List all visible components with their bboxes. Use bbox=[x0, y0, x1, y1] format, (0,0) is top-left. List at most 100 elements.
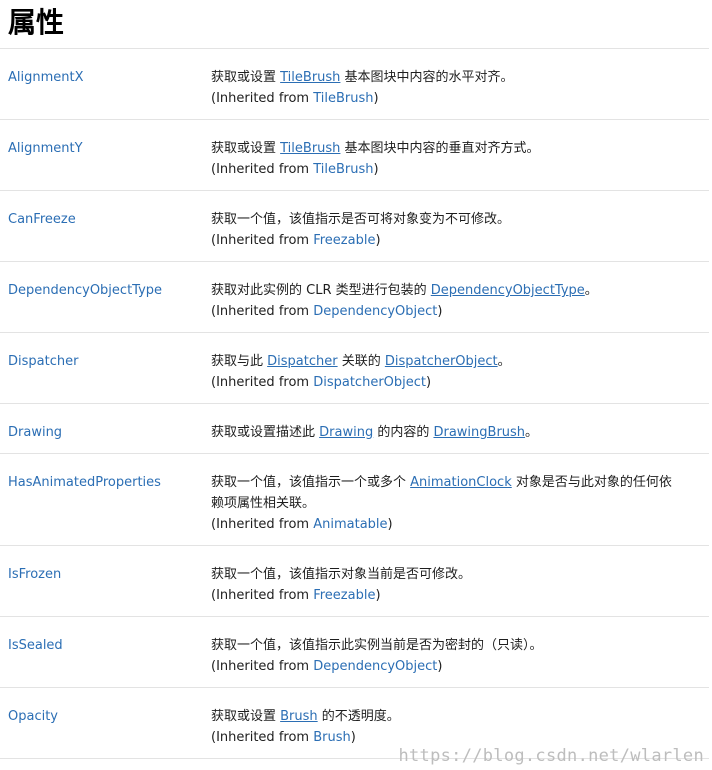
property-link-isfrozen[interactable]: IsFrozen bbox=[0, 564, 211, 616]
inherited-prefix: (Inherited from bbox=[211, 91, 314, 106]
description-line: 获取一个值，该值指示对象当前是否可修改。 bbox=[211, 564, 709, 585]
property-description: 获取或设置描述此 Drawing 的内容的 DrawingBrush。 bbox=[211, 422, 709, 453]
properties-table: AlignmentX 获取或设置 TileBrush 基本图块中内容的水平对齐。… bbox=[0, 48, 709, 759]
table-row: IsFrozen 获取一个值，该值指示对象当前是否可修改。 (Inherited… bbox=[0, 546, 709, 617]
inherited-suffix: ) bbox=[437, 659, 443, 674]
property-link-alignmentx[interactable]: AlignmentX bbox=[0, 67, 211, 119]
description-text: 对象是否与此对象的任何依 bbox=[511, 475, 672, 490]
inherited-prefix: (Inherited from bbox=[211, 375, 314, 390]
type-link-animationclock[interactable]: AnimationClock bbox=[410, 475, 512, 490]
table-row: Drawing 获取或设置描述此 Drawing 的内容的 DrawingBru… bbox=[0, 404, 709, 454]
description-text: 基本图块中内容的垂直对齐方式。 bbox=[340, 141, 540, 156]
inherited-suffix: ) bbox=[426, 375, 432, 390]
property-link-drawing[interactable]: Drawing bbox=[0, 422, 211, 453]
inherited-note: (Inherited from DependencyObject) bbox=[211, 301, 709, 322]
inherited-suffix: ) bbox=[375, 588, 381, 603]
description-text: 。 bbox=[525, 425, 539, 440]
inherited-note: (Inherited from TileBrush) bbox=[211, 159, 709, 180]
inherited-prefix: (Inherited from bbox=[211, 233, 314, 248]
description-line: 获取对此实例的 CLR 类型进行包装的 DependencyObjectType… bbox=[211, 280, 709, 301]
description-text: 获取或设置 bbox=[211, 141, 281, 156]
inherited-suffix: ) bbox=[375, 233, 381, 248]
inherited-note: (Inherited from Brush) bbox=[211, 727, 709, 748]
property-description: 获取对此实例的 CLR 类型进行包装的 DependencyObjectType… bbox=[211, 280, 709, 332]
description-line: 获取或设置描述此 Drawing 的内容的 DrawingBrush。 bbox=[211, 422, 709, 443]
table-row: AlignmentY 获取或设置 TileBrush 基本图块中内容的垂直对齐方… bbox=[0, 120, 709, 191]
description-text: 获取与此 bbox=[211, 354, 268, 369]
property-description: 获取一个值，该值指示一个或多个 AnimationClock 对象是否与此对象的… bbox=[211, 472, 709, 545]
type-link-dispatcher[interactable]: Dispatcher bbox=[267, 354, 337, 369]
inherited-link-dependencyobject[interactable]: DependencyObject bbox=[313, 659, 437, 674]
property-link-canfreeze[interactable]: CanFreeze bbox=[0, 209, 211, 261]
description-line: 赖项属性相关联。 bbox=[211, 496, 316, 511]
inherited-prefix: (Inherited from bbox=[211, 304, 314, 319]
property-link-alignmenty[interactable]: AlignmentY bbox=[0, 138, 211, 190]
page-title: 属性 bbox=[8, 6, 65, 39]
inherited-suffix: ) bbox=[373, 162, 379, 177]
type-link-drawingbrush[interactable]: DrawingBrush bbox=[433, 425, 525, 440]
table-row: HasAnimatedProperties 获取一个值，该值指示一个或多个 An… bbox=[0, 454, 709, 546]
watermark: https://blog.csdn.net/wlarlen bbox=[398, 746, 704, 766]
property-link-dispatcher[interactable]: Dispatcher bbox=[0, 351, 211, 403]
inherited-suffix: ) bbox=[437, 304, 443, 319]
description-text: 的不透明度。 bbox=[317, 709, 400, 724]
inherited-prefix: (Inherited from bbox=[211, 517, 314, 532]
inherited-link-dispatcherobject[interactable]: DispatcherObject bbox=[313, 375, 426, 390]
property-link-hasanimatedproperties[interactable]: HasAnimatedProperties bbox=[0, 472, 211, 545]
description-text: 的内容的 bbox=[373, 425, 434, 440]
inherited-link-freezable[interactable]: Freezable bbox=[313, 233, 375, 248]
table-row: CanFreeze 获取一个值，该值指示是否可将对象变为不可修改。 (Inher… bbox=[0, 191, 709, 262]
description-text: 基本图块中内容的水平对齐。 bbox=[340, 70, 514, 85]
inherited-suffix: ) bbox=[373, 91, 379, 106]
description-text: 获取一个值，该值指示是否可将对象变为不可修改。 bbox=[211, 212, 511, 227]
property-link-opacity[interactable]: Opacity bbox=[0, 706, 211, 758]
inherited-note: (Inherited from DependencyObject) bbox=[211, 656, 709, 677]
inherited-note: (Inherited from DispatcherObject) bbox=[211, 372, 709, 393]
property-description: 获取一个值，该值指示对象当前是否可修改。 (Inherited from Fre… bbox=[211, 564, 709, 616]
description-line: 获取或设置 Brush 的不透明度。 bbox=[211, 706, 709, 727]
inherited-prefix: (Inherited from bbox=[211, 162, 314, 177]
type-link-tilebrush[interactable]: TileBrush bbox=[280, 141, 340, 156]
table-row: DependencyObjectType 获取对此实例的 CLR 类型进行包装的… bbox=[0, 262, 709, 333]
property-description: 获取或设置 TileBrush 基本图块中内容的水平对齐。 (Inherited… bbox=[211, 67, 709, 119]
type-link-tilebrush[interactable]: TileBrush bbox=[280, 70, 340, 85]
type-link-dispatcherobject[interactable]: DispatcherObject bbox=[385, 354, 498, 369]
inherited-suffix: ) bbox=[350, 730, 356, 745]
inherited-note: (Inherited from Freezable) bbox=[211, 230, 709, 251]
inherited-prefix: (Inherited from bbox=[211, 588, 314, 603]
inherited-link-tilebrush[interactable]: TileBrush bbox=[313, 91, 373, 106]
property-link-issealed[interactable]: IsSealed bbox=[0, 635, 211, 687]
type-link-dependencyobjecttype[interactable]: DependencyObjectType bbox=[431, 283, 585, 298]
description-text: 。 bbox=[497, 354, 511, 369]
description-text: 获取或设置 bbox=[211, 70, 281, 85]
description-line: 获取一个值，该值指示一个或多个 AnimationClock 对象是否与此对象的… bbox=[211, 472, 709, 493]
property-description: 获取一个值，该值指示此实例当前是否为密封的（只读）。 (Inherited fr… bbox=[211, 635, 709, 687]
description-text: 获取或设置描述此 bbox=[211, 425, 320, 440]
inherited-link-tilebrush[interactable]: TileBrush bbox=[313, 162, 373, 177]
inherited-link-dependencyobject[interactable]: DependencyObject bbox=[313, 304, 437, 319]
description-text: 。 bbox=[584, 283, 598, 298]
description-text: 获取一个值，该值指示一个或多个 bbox=[211, 475, 411, 490]
inherited-link-freezable[interactable]: Freezable bbox=[313, 588, 375, 603]
inherited-link-animatable[interactable]: Animatable bbox=[313, 517, 387, 532]
table-row: IsSealed 获取一个值，该值指示此实例当前是否为密封的（只读）。 (Inh… bbox=[0, 617, 709, 688]
description-line: 获取一个值，该值指示是否可将对象变为不可修改。 bbox=[211, 209, 709, 230]
inherited-note: (Inherited from TileBrush) bbox=[211, 88, 709, 109]
description-line: 获取与此 Dispatcher 关联的 DispatcherObject。 bbox=[211, 351, 709, 372]
type-link-drawing[interactable]: Drawing bbox=[319, 425, 373, 440]
table-row: Dispatcher 获取与此 Dispatcher 关联的 Dispatche… bbox=[0, 333, 709, 404]
type-link-brush[interactable]: Brush bbox=[280, 709, 318, 724]
inherited-prefix: (Inherited from bbox=[211, 659, 314, 674]
inherited-prefix: (Inherited from bbox=[211, 730, 314, 745]
property-description: 获取一个值，该值指示是否可将对象变为不可修改。 (Inherited from … bbox=[211, 209, 709, 261]
description-text: 获取一个值，该值指示此实例当前是否为密封的（只读）。 bbox=[211, 638, 543, 653]
property-description: 获取或设置 TileBrush 基本图块中内容的垂直对齐方式。 (Inherit… bbox=[211, 138, 709, 190]
description-text: 获取一个值，该值指示对象当前是否可修改。 bbox=[211, 567, 472, 582]
inherited-note: (Inherited from Animatable) bbox=[211, 514, 709, 535]
description-text: 关联的 bbox=[337, 354, 385, 369]
property-link-dependencyobjecttype[interactable]: DependencyObjectType bbox=[0, 280, 211, 332]
description-text: 获取对此实例的 CLR 类型进行包装的 bbox=[211, 283, 431, 298]
inherited-note: (Inherited from Freezable) bbox=[211, 585, 709, 606]
inherited-link-brush[interactable]: Brush bbox=[313, 730, 351, 745]
description-line: 获取一个值，该值指示此实例当前是否为密封的（只读）。 bbox=[211, 635, 709, 656]
